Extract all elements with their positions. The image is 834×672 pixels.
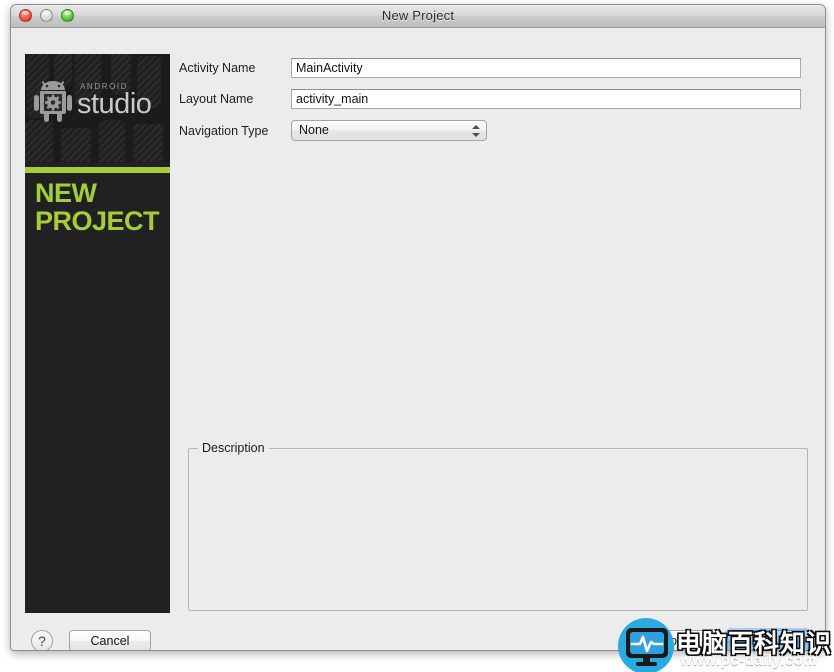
- help-button[interactable]: ?: [31, 630, 53, 650]
- banner-heading-line2: PROJECT: [35, 205, 160, 236]
- stepper-arrows-icon[interactable]: [472, 123, 481, 140]
- banner-stripe-decor: [25, 120, 53, 162]
- project-form: Activity Name Layout Name Navigation Typ…: [179, 58, 801, 152]
- cancel-button[interactable]: Cancel: [69, 630, 151, 650]
- chevron-up-icon: [472, 125, 480, 129]
- previous-button[interactable]: Previous: [625, 630, 707, 650]
- activity-name-input[interactable]: [291, 58, 801, 78]
- banner-logo-area: ANDROID studio: [25, 54, 170, 162]
- chevron-down-icon: [472, 133, 480, 137]
- new-project-dialog: New Project ANDROID studio NEW PROJECT A…: [10, 4, 826, 651]
- description-group-title: Description: [198, 441, 269, 455]
- description-group: Description: [188, 441, 808, 611]
- android-studio-wordmark: ANDROID studio: [77, 83, 152, 121]
- dialog-content: ANDROID studio NEW PROJECT Activity Name: [11, 28, 825, 650]
- window-title: New Project: [381, 8, 455, 23]
- layout-name-input[interactable]: [291, 89, 801, 109]
- banner-heading-line1: NEW: [35, 178, 97, 208]
- banner-stripe-decor: [99, 120, 125, 162]
- finish-button[interactable]: Finish: [727, 630, 809, 650]
- watermark-url: www.pc-daily.com: [680, 652, 818, 669]
- layout-name-row: Layout Name: [179, 89, 801, 109]
- logo-studio-text: studio: [77, 88, 152, 121]
- window-titlebar[interactable]: New Project: [11, 5, 825, 28]
- activity-name-row: Activity Name: [179, 58, 801, 78]
- banner-accent-bar: [25, 167, 170, 173]
- banner-heading: NEW PROJECT: [35, 178, 160, 236]
- layout-name-label: Layout Name: [179, 92, 254, 106]
- navigation-type-value: None: [299, 123, 329, 137]
- banner-stripe-decor: [61, 128, 91, 162]
- navigation-type-popup[interactable]: None: [291, 120, 487, 141]
- android-robot-icon: [34, 81, 72, 122]
- wizard-banner: ANDROID studio NEW PROJECT: [25, 54, 170, 613]
- activity-name-label: Activity Name: [179, 61, 256, 75]
- description-body: [197, 461, 799, 602]
- android-studio-logo: ANDROID studio: [33, 78, 152, 122]
- navigation-type-label: Navigation Type: [179, 123, 269, 138]
- navigation-type-row: Navigation Type None: [179, 120, 801, 141]
- banner-stripe-decor: [133, 124, 163, 162]
- screenshot-root: New Project ANDROID studio NEW PROJECT A…: [0, 0, 834, 672]
